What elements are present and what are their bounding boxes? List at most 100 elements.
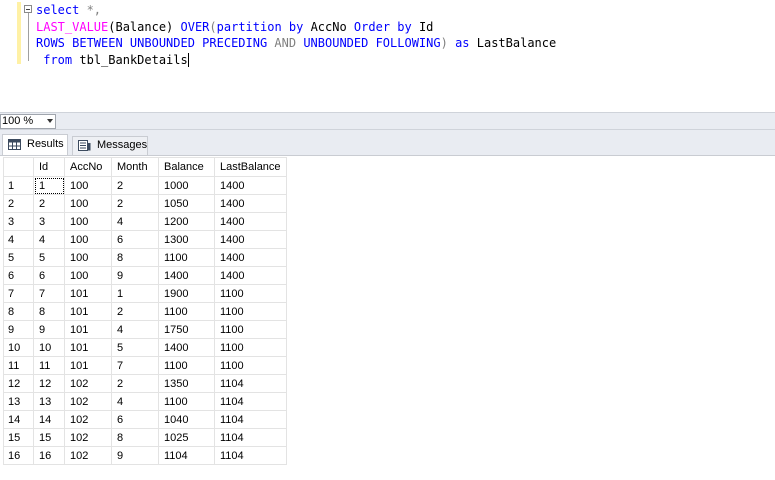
row-number[interactable]: 6: [3, 266, 34, 285]
collapse-icon[interactable]: [24, 5, 32, 13]
table-row[interactable]: 14 14 102 6 1040 1104: [3, 410, 287, 429]
cell-lastbalance[interactable]: 1400: [214, 230, 287, 249]
cell-id[interactable]: 7: [33, 284, 65, 303]
table-row[interactable]: 8 8 101 2 1100 1100: [3, 302, 287, 321]
table-row[interactable]: 4 4 100 6 1300 1400: [3, 230, 287, 249]
cell-accno[interactable]: 102: [64, 446, 112, 465]
zoom-dropdown[interactable]: 100 %: [0, 114, 56, 129]
row-number[interactable]: 10: [3, 338, 34, 357]
cell-lastbalance[interactable]: 1104: [214, 410, 287, 429]
table-row[interactable]: 11 11 101 7 1100 1100: [3, 356, 287, 375]
row-number[interactable]: 13: [3, 392, 34, 411]
table-row[interactable]: 9 9 101 4 1750 1100: [3, 320, 287, 339]
query-editor[interactable]: select *, LAST_VALUE(Balance) OVER(parti…: [0, 0, 775, 112]
table-row[interactable]: 15 15 102 8 1025 1104: [3, 428, 287, 447]
tab-messages[interactable]: Messages: [72, 136, 148, 155]
table-row[interactable]: 5 5 100 8 1100 1400: [3, 248, 287, 267]
cell-balance[interactable]: 1100: [158, 392, 215, 411]
cell-balance[interactable]: 1000: [158, 176, 215, 195]
cell-accno[interactable]: 100: [64, 266, 112, 285]
cell-accno[interactable]: 102: [64, 410, 112, 429]
cell-month[interactable]: 9: [111, 266, 159, 285]
cell-accno[interactable]: 100: [64, 248, 112, 267]
row-number[interactable]: 7: [3, 284, 34, 303]
cell-accno[interactable]: 100: [64, 176, 112, 195]
table-row[interactable]: 6 6 100 9 1400 1400: [3, 266, 287, 285]
cell-lastbalance[interactable]: 1104: [214, 446, 287, 465]
results-grid[interactable]: Id AccNo Month Balance LastBalance 1 1 100…: [0, 155, 775, 480]
cell-balance[interactable]: 1025: [158, 428, 215, 447]
column-header-balance[interactable]: Balance: [158, 157, 215, 177]
table-row[interactable]: 1 1 100 2 1000 1400: [3, 176, 287, 195]
cell-lastbalance[interactable]: 1100: [214, 338, 287, 357]
cell-month[interactable]: 5: [111, 338, 159, 357]
cell-balance[interactable]: 1750: [158, 320, 215, 339]
row-number[interactable]: 2: [3, 194, 34, 213]
chevron-down-icon[interactable]: [47, 119, 53, 123]
row-number[interactable]: 1: [3, 176, 34, 195]
cell-id[interactable]: 14: [33, 410, 65, 429]
cell-accno[interactable]: 102: [64, 374, 112, 393]
row-number[interactable]: 4: [3, 230, 34, 249]
cell-accno[interactable]: 102: [64, 392, 112, 411]
cell-lastbalance[interactable]: 1400: [214, 212, 287, 231]
cell-lastbalance[interactable]: 1104: [214, 374, 287, 393]
cell-accno[interactable]: 101: [64, 356, 112, 375]
horizontal-scrollbar[interactable]: [60, 115, 775, 128]
cell-id[interactable]: 15: [33, 428, 65, 447]
cell-month[interactable]: 4: [111, 320, 159, 339]
cell-month[interactable]: 9: [111, 446, 159, 465]
cell-month[interactable]: 2: [111, 176, 159, 195]
row-number[interactable]: 8: [3, 302, 34, 321]
row-number[interactable]: 9: [3, 320, 34, 339]
cell-balance[interactable]: 1100: [158, 248, 215, 267]
cell-month[interactable]: 4: [111, 392, 159, 411]
table-row[interactable]: 13 13 102 4 1100 1104: [3, 392, 287, 411]
cell-balance[interactable]: 1100: [158, 356, 215, 375]
row-number[interactable]: 12: [3, 374, 34, 393]
cell-month[interactable]: 1: [111, 284, 159, 303]
cell-balance[interactable]: 1300: [158, 230, 215, 249]
cell-month[interactable]: 6: [111, 410, 159, 429]
cell-balance[interactable]: 1400: [158, 338, 215, 357]
cell-balance[interactable]: 1400: [158, 266, 215, 285]
table-row[interactable]: 10 10 101 5 1400 1100: [3, 338, 287, 357]
cell-balance[interactable]: 1104: [158, 446, 215, 465]
cell-lastbalance[interactable]: 1100: [214, 284, 287, 303]
table-row[interactable]: 12 12 102 2 1350 1104: [3, 374, 287, 393]
cell-accno[interactable]: 101: [64, 320, 112, 339]
cell-lastbalance[interactable]: 1100: [214, 320, 287, 339]
cell-month[interactable]: 4: [111, 212, 159, 231]
cell-id[interactable]: 11: [33, 356, 65, 375]
column-header-month[interactable]: Month: [111, 157, 159, 177]
cell-month[interactable]: 2: [111, 302, 159, 321]
cell-month[interactable]: 8: [111, 428, 159, 447]
cell-accno[interactable]: 100: [64, 212, 112, 231]
column-header-lastbalance[interactable]: LastBalance: [214, 157, 287, 177]
cell-lastbalance[interactable]: 1104: [214, 428, 287, 447]
cell-lastbalance[interactable]: 1100: [214, 302, 287, 321]
cell-lastbalance[interactable]: 1400: [214, 248, 287, 267]
cell-accno[interactable]: 101: [64, 284, 112, 303]
cell-id[interactable]: 3: [33, 212, 65, 231]
row-number[interactable]: 5: [3, 248, 34, 267]
cell-balance[interactable]: 1200: [158, 212, 215, 231]
column-header-id[interactable]: Id: [33, 157, 65, 177]
cell-balance[interactable]: 1040: [158, 410, 215, 429]
table-row[interactable]: 7 7 101 1 1900 1100: [3, 284, 287, 303]
tab-results[interactable]: Results: [2, 134, 68, 155]
row-number[interactable]: 11: [3, 356, 34, 375]
column-header-accno[interactable]: AccNo: [64, 157, 112, 177]
cell-accno[interactable]: 101: [64, 302, 112, 321]
cell-month[interactable]: 7: [111, 356, 159, 375]
row-number[interactable]: 14: [3, 410, 34, 429]
row-number-header[interactable]: [3, 157, 34, 177]
cell-lastbalance[interactable]: 1104: [214, 392, 287, 411]
cell-id[interactable]: 16: [33, 446, 65, 465]
cell-id[interactable]: 6: [33, 266, 65, 285]
table-row[interactable]: 16 16 102 9 1104 1104: [3, 446, 287, 465]
cell-accno[interactable]: 100: [64, 194, 112, 213]
cell-id[interactable]: 8: [33, 302, 65, 321]
table-row[interactable]: 3 3 100 4 1200 1400: [3, 212, 287, 231]
cell-month[interactable]: 2: [111, 374, 159, 393]
